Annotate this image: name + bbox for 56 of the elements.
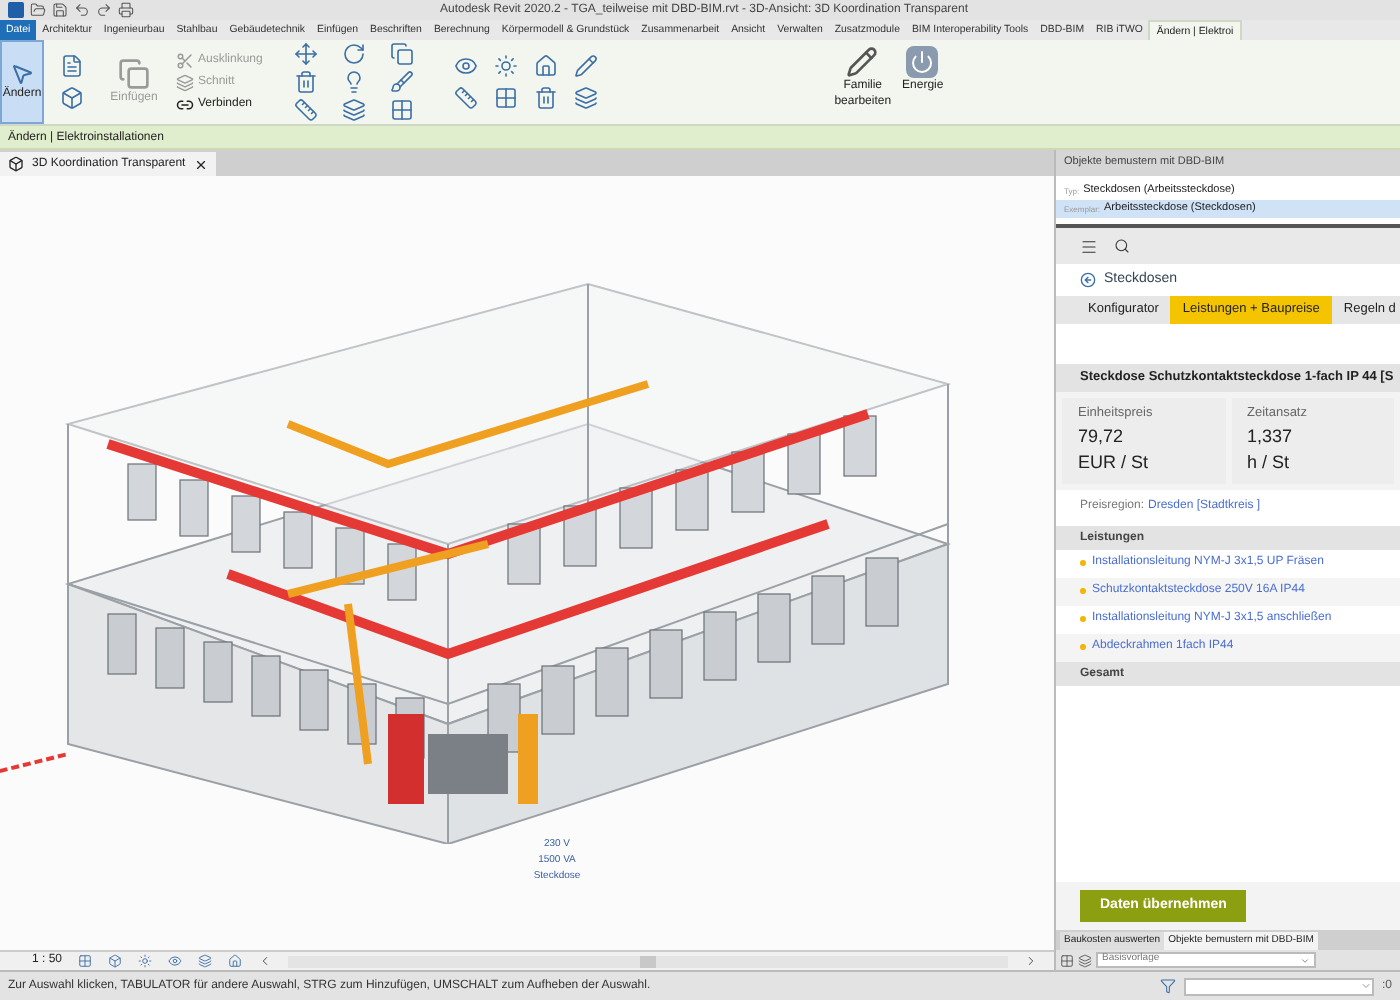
search-icon[interactable] (1114, 238, 1130, 254)
scroll-left-icon[interactable] (258, 954, 273, 968)
dropdown-caret-icon (1300, 955, 1310, 965)
grid-icon[interactable] (1060, 953, 1074, 967)
print-icon[interactable] (118, 2, 134, 18)
cursor-icon (10, 61, 34, 85)
copy-icon[interactable] (390, 42, 415, 66)
delete-icon[interactable] (294, 70, 319, 94)
dropdown-caret-icon (1359, 980, 1372, 992)
filter-icon[interactable] (1159, 978, 1176, 994)
ruler-icon[interactable] (294, 98, 319, 122)
metric-value: 1,337 (1247, 423, 1295, 450)
grid-icon[interactable] (494, 86, 519, 110)
layers-icon[interactable] (342, 98, 367, 122)
move-icon[interactable] (294, 42, 319, 66)
metric-unit: EUR / St (1078, 450, 1151, 477)
sun-icon[interactable] (138, 954, 153, 968)
pencil-icon[interactable] (574, 54, 599, 78)
undo-icon[interactable] (74, 2, 90, 18)
house-icon[interactable] (228, 954, 243, 968)
scroll-right-icon[interactable] (1024, 954, 1038, 968)
layers-icon[interactable] (198, 954, 213, 968)
pencil-icon (846, 46, 879, 78)
power-icon (906, 46, 939, 78)
layers-icon[interactable] (1078, 953, 1092, 967)
eye-icon[interactable] (454, 54, 479, 78)
grid-icon[interactable] (78, 954, 93, 968)
redo-icon[interactable] (96, 2, 112, 18)
delete-icon[interactable] (534, 86, 559, 110)
menu-icon[interactable] (1080, 237, 1098, 255)
link-icon (176, 95, 194, 113)
cube-icon (8, 156, 24, 172)
bullet-icon (1080, 588, 1086, 595)
save-icon[interactable] (52, 2, 68, 18)
horizontal-scrollbar[interactable] (288, 955, 1008, 967)
rotate-icon[interactable] (342, 42, 367, 66)
ruler-icon[interactable] (454, 86, 479, 110)
paste-icon (118, 57, 150, 89)
bullet-icon (1080, 644, 1086, 651)
lightbulb-icon[interactable] (342, 70, 367, 94)
brush-icon[interactable] (390, 70, 415, 94)
open-icon[interactable] (30, 2, 46, 18)
metric-unit: h / St (1247, 450, 1292, 477)
metric-value: 79,72 (1078, 423, 1126, 450)
cube-icon[interactable] (108, 954, 123, 968)
scissors-icon (176, 51, 194, 69)
layers-icon[interactable] (574, 86, 599, 110)
bullet-icon (1080, 560, 1086, 567)
eye-icon[interactable] (168, 954, 183, 968)
sun-icon[interactable] (494, 54, 519, 78)
layers-icon (176, 73, 194, 91)
properties-icon[interactable] (60, 54, 84, 78)
bullet-icon (1080, 616, 1086, 623)
house-icon[interactable] (534, 54, 559, 78)
grid-icon[interactable] (390, 98, 415, 122)
close-icon (193, 157, 208, 171)
